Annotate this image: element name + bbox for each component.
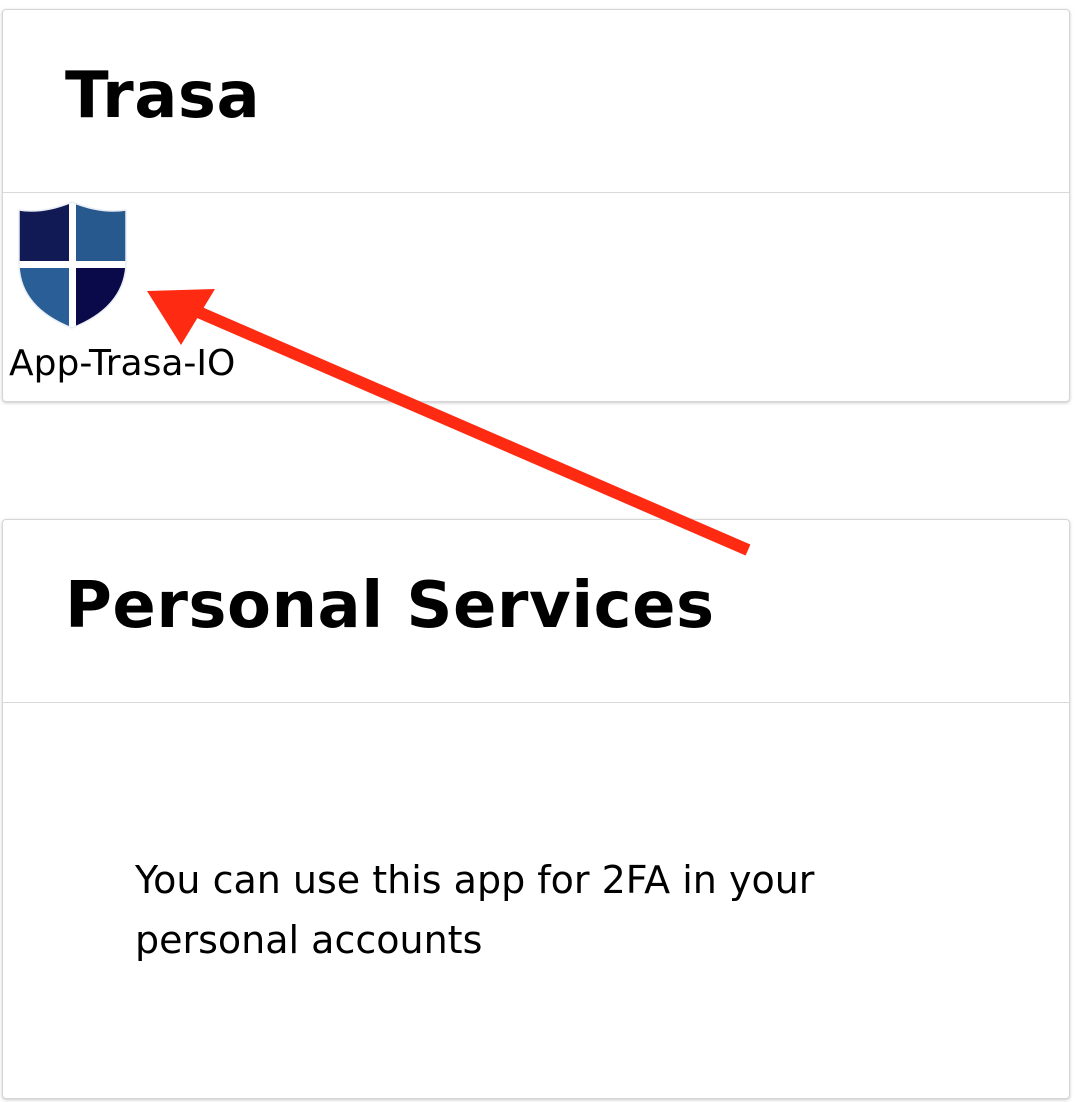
page: Trasa App-Trasa-IO Personal Services You… [0,0,1076,1102]
personal-services-card: Personal Services You can use this app f… [2,519,1070,1099]
personal-services-title: Personal Services [65,569,715,643]
trasa-card-title: Trasa [65,59,261,133]
personal-services-description: You can use this app for 2FA in your per… [135,858,815,962]
app-label[interactable]: App-Trasa-IO [9,346,235,382]
personal-services-card-header: Personal Services [3,520,1069,703]
shield-icon[interactable] [15,200,130,330]
trasa-card-header: Trasa [3,10,1069,193]
trasa-card: Trasa App-Trasa-IO [2,9,1070,402]
app-tile-trasa-io[interactable]: App-Trasa-IO [7,200,257,400]
